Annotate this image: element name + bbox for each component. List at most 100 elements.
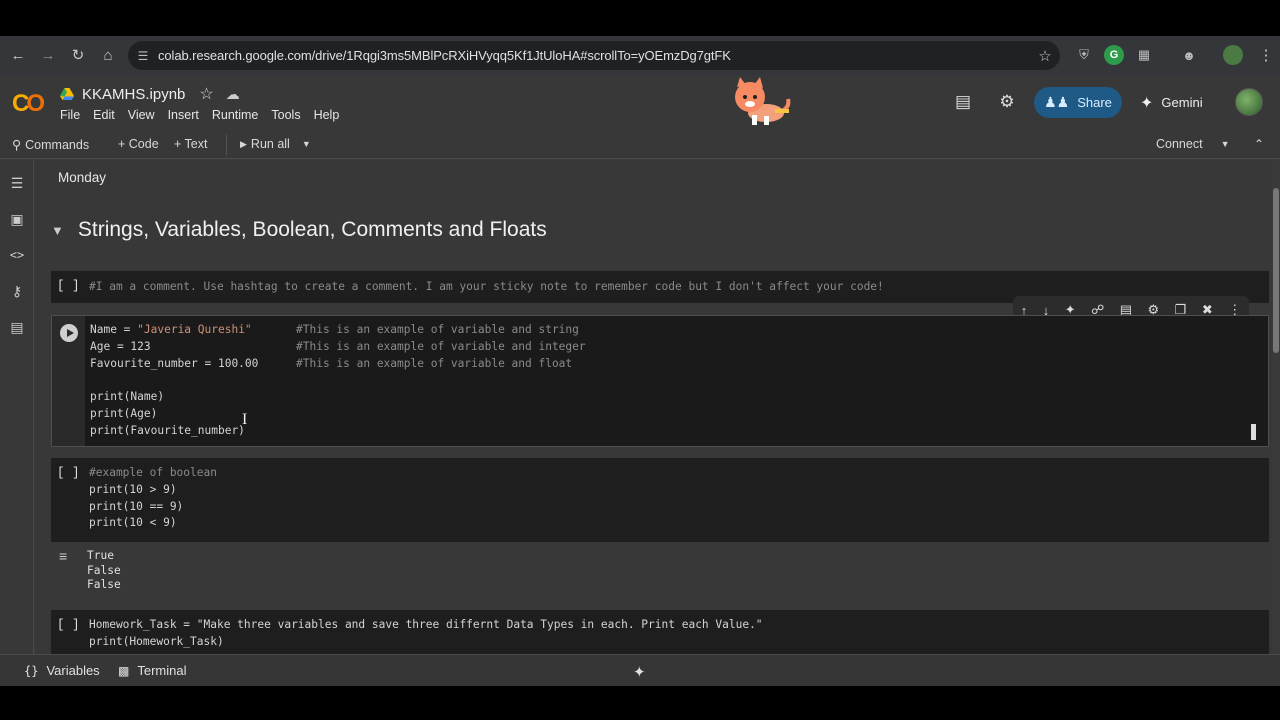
gemini-sparkle-icon: ✦ bbox=[1140, 94, 1154, 112]
cell-code-line[interactable]: #I am a comment. Use hashtag to create a… bbox=[89, 279, 884, 296]
code-line-3: print(10 == 9) bbox=[89, 499, 184, 513]
code-line-5: print(Name) bbox=[90, 390, 165, 404]
code-line-1: #example of boolean bbox=[89, 466, 217, 479]
menu-tools[interactable]: Tools bbox=[271, 108, 300, 122]
variables-label: Variables bbox=[46, 663, 100, 678]
code-line-2: Age = 123 bbox=[90, 339, 151, 353]
toolbar-divider bbox=[226, 135, 227, 155]
code-line-7: print(Favourite_number) bbox=[90, 423, 245, 437]
comment-string: #This is an example of variable and stri… bbox=[296, 323, 579, 336]
cell-code-block[interactable]: Name = "Javeria Qureshi" Age = 123 Favou… bbox=[90, 322, 258, 440]
home-icon[interactable]: ⌂ bbox=[93, 40, 123, 70]
menu-edit[interactable]: Edit bbox=[93, 108, 115, 122]
terminal-button[interactable]: ▩ Terminal bbox=[118, 663, 186, 678]
terminal-label: Terminal bbox=[137, 663, 187, 678]
menu-view[interactable]: View bbox=[128, 108, 155, 122]
people-icon: ♟♟ bbox=[1044, 94, 1070, 110]
gemini-button[interactable]: ✦ Gemini bbox=[1140, 87, 1203, 118]
back-icon[interactable]: ← bbox=[3, 40, 33, 70]
run-cell-button[interactable] bbox=[60, 324, 78, 342]
secrets-key-icon[interactable]: ⚷ bbox=[8, 282, 26, 300]
gemini-sparkle-icon[interactable]: ✦ bbox=[633, 663, 646, 681]
output-toggle-icon[interactable]: ≡ bbox=[59, 548, 67, 564]
profile-avatar-icon[interactable] bbox=[1223, 45, 1243, 65]
url-text: colab.research.google.com/drive/1Rqgi3ms… bbox=[158, 48, 731, 63]
cell-scroll-marker bbox=[1251, 424, 1256, 440]
heading-text: Strings, Variables, Boolean, Comments an… bbox=[77, 218, 547, 241]
cell-run-brackets[interactable]: [ ] bbox=[57, 279, 80, 293]
left-sidebar: ☰ ▣ <> ⚷ ▤ bbox=[0, 160, 34, 654]
screen: ← → ↻ ⌂ ☰ colab.research.google.com/driv… bbox=[0, 36, 1280, 686]
find-replace-icon[interactable]: ▣ bbox=[8, 210, 26, 228]
files-folder-icon[interactable]: ▤ bbox=[8, 318, 26, 336]
add-text-button[interactable]: + Text bbox=[174, 137, 207, 151]
cell-run-brackets[interactable]: [ ] bbox=[57, 466, 80, 480]
commands-button[interactable]: ⚲ Commands bbox=[12, 137, 90, 153]
share-label: Share bbox=[1077, 95, 1112, 110]
table-of-contents-icon[interactable]: ☰ bbox=[8, 174, 26, 192]
commands-label: Commands bbox=[25, 137, 90, 152]
add-code-label: + Code bbox=[118, 137, 159, 151]
address-bar[interactable]: ☰ colab.research.google.com/drive/1Rqgi3… bbox=[128, 41, 1060, 70]
code-snippets-icon[interactable]: <> bbox=[8, 246, 26, 264]
incognito-icon[interactable]: ☻ bbox=[1179, 45, 1199, 65]
cloud-saved-icon: ☁ bbox=[225, 85, 240, 102]
connect-button[interactable]: Connect ▼ bbox=[1156, 137, 1229, 151]
cell-output: True False False bbox=[87, 549, 121, 593]
cell-code-block[interactable]: #example of boolean print(10 > 9) print(… bbox=[89, 465, 217, 532]
scrollbar-thumb[interactable] bbox=[1273, 188, 1279, 353]
colab-header: CO KKAMHS.ipynb ☆ ☁ File Edit View Inser… bbox=[0, 75, 1280, 131]
comment-integer: #This is an example of variable and inte… bbox=[296, 339, 586, 353]
code-line-2: print(10 > 9) bbox=[89, 482, 177, 496]
extensions-puzzle-icon[interactable]: ▦ bbox=[1134, 45, 1154, 65]
code-line-1: Name = "Javeria Qureshi" bbox=[90, 323, 252, 336]
code-line-4: print(10 < 9) bbox=[89, 516, 177, 530]
notebook-content: Monday ▼ Strings, Variables, Boolean, Co… bbox=[35, 160, 1272, 654]
homework-code-cell[interactable]: [ ] Homework_Task = "Make three variable… bbox=[51, 610, 1269, 654]
connect-label: Connect bbox=[1156, 137, 1203, 151]
settings-gear-icon[interactable]: ⚙ bbox=[996, 91, 1018, 113]
menu-runtime[interactable]: Runtime bbox=[212, 108, 259, 122]
gemini-label: Gemini bbox=[1161, 95, 1203, 110]
variables-braces-icon: {} bbox=[24, 663, 39, 678]
collapse-header-icon[interactable]: ⌃ bbox=[1254, 137, 1264, 151]
terminal-icon: ▩ bbox=[118, 663, 130, 678]
reload-icon[interactable]: ↻ bbox=[63, 40, 93, 70]
menu-insert[interactable]: Insert bbox=[168, 108, 199, 122]
grammarly-extension-icon[interactable]: G bbox=[1104, 45, 1124, 65]
add-code-button[interactable]: + Code bbox=[118, 137, 159, 151]
menu-file[interactable]: File bbox=[60, 108, 80, 122]
connect-dropdown-icon[interactable]: ▼ bbox=[1221, 139, 1230, 149]
site-settings-icon[interactable]: ☰ bbox=[128, 49, 158, 63]
browser-menu-icon[interactable]: ⋮ bbox=[1256, 45, 1276, 65]
variables-button[interactable]: {} Variables bbox=[24, 663, 100, 678]
share-button[interactable]: ♟♟ Share bbox=[1034, 87, 1122, 118]
notebook-title[interactable]: KKAMHS.ipynb bbox=[82, 86, 185, 103]
star-notebook-icon[interactable]: ☆ bbox=[199, 84, 213, 104]
variables-code-cell[interactable]: Name = "Javeria Qureshi" Age = 123 Favou… bbox=[51, 315, 1269, 447]
output-line-1: True bbox=[87, 549, 114, 562]
text-cursor-icon: I bbox=[242, 411, 248, 428]
add-text-label: + Text bbox=[174, 137, 208, 151]
collapse-section-chevron-icon[interactable]: ▼ bbox=[51, 223, 64, 238]
comments-icon[interactable]: ▤ bbox=[952, 91, 974, 113]
search-icon: ⚲ bbox=[12, 138, 22, 152]
output-line-2: False bbox=[87, 563, 121, 577]
bookmark-star-icon[interactable]: ☆ bbox=[1030, 47, 1060, 65]
run-all-button[interactable]: ▶ Run all ▼ bbox=[240, 137, 311, 151]
run-all-label: Run all bbox=[250, 137, 290, 151]
section-label: Monday bbox=[58, 170, 107, 185]
code-line-1-text: "Javeria Qureshi" bbox=[137, 323, 252, 336]
cell-code-block[interactable]: Homework_Task = "Make three variables an… bbox=[89, 617, 763, 651]
colab-logo[interactable]: CO bbox=[12, 90, 45, 118]
cell-run-brackets[interactable]: [ ] bbox=[57, 618, 80, 632]
comment-float: #This is an example of variable and floa… bbox=[296, 356, 573, 370]
user-avatar[interactable] bbox=[1235, 88, 1263, 116]
run-all-dropdown-icon[interactable]: ▼ bbox=[302, 139, 311, 149]
shield-extension-icon[interactable]: ⛨ bbox=[1074, 45, 1094, 65]
menu-help[interactable]: Help bbox=[314, 108, 340, 122]
boolean-code-cell[interactable]: [ ] #example of boolean print(10 > 9) pr… bbox=[51, 458, 1269, 542]
notebook-scrollbar[interactable] bbox=[1272, 160, 1280, 654]
cell-inline-comments: #This is an example of variable and stri… bbox=[296, 322, 586, 372]
forward-icon[interactable]: → bbox=[33, 40, 63, 70]
